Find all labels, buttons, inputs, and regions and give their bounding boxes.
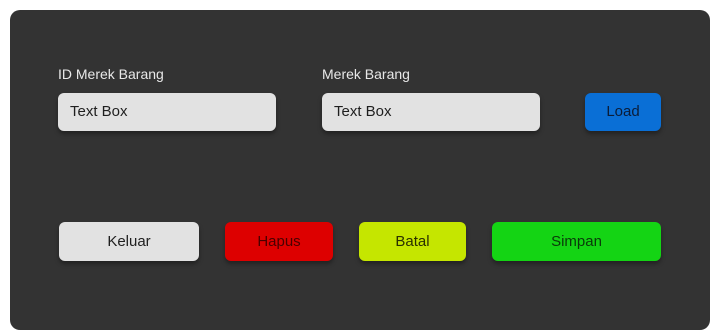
hapus-button[interactable]: Hapus (225, 222, 333, 261)
id-merek-barang-input[interactable]: Text Box (58, 93, 276, 131)
simpan-button[interactable]: Simpan (492, 222, 661, 261)
batal-button[interactable]: Batal (359, 222, 466, 261)
load-button[interactable]: Load (585, 93, 661, 131)
form-panel: ID Merek Barang Text Box Merek Barang Te… (10, 10, 710, 330)
merek-barang-label: Merek Barang (322, 66, 410, 82)
keluar-button[interactable]: Keluar (59, 222, 199, 261)
id-merek-barang-label: ID Merek Barang (58, 66, 164, 82)
merek-barang-input[interactable]: Text Box (322, 93, 540, 131)
